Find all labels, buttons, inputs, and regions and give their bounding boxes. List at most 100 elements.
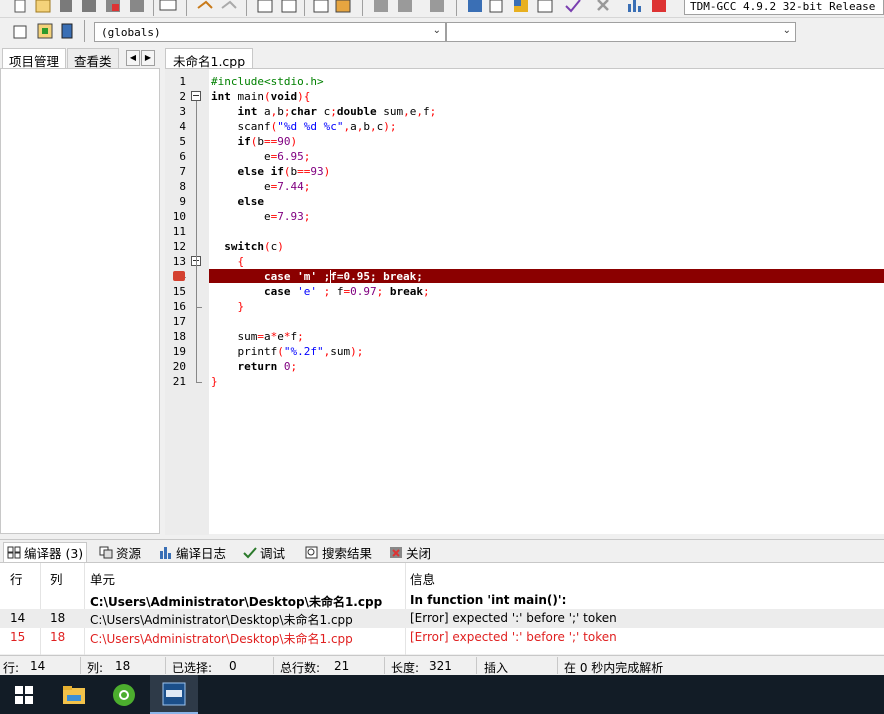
goto-icon[interactable]	[374, 0, 388, 12]
code-token: 0.97	[350, 285, 377, 298]
code-token: f	[330, 285, 344, 298]
compile-run-icon[interactable]	[514, 0, 528, 12]
scope-combobox[interactable]: (globals) ⌄	[94, 22, 446, 42]
code-line[interactable]: printf("%.2f",sum);	[211, 344, 363, 359]
bookmark-next-icon[interactable]	[430, 0, 444, 12]
symbol-combobox[interactable]: ⌄	[446, 22, 796, 42]
syntax-check-icon[interactable]	[565, 0, 581, 13]
header-unit[interactable]: 单元	[90, 569, 115, 588]
status-sel-value: 0	[229, 659, 237, 673]
run-icon[interactable]	[489, 0, 503, 13]
browser-button[interactable]	[100, 675, 148, 714]
grid-icon	[7, 546, 21, 559]
status-sel-label: 已选择:	[172, 661, 213, 675]
tab-search-results[interactable]: 搜索结果	[302, 542, 375, 562]
save-all-icon[interactable]	[82, 0, 96, 12]
line-number: 12	[172, 240, 186, 253]
compile-icon[interactable]	[468, 0, 482, 12]
save-icon[interactable]	[60, 0, 72, 12]
code-line[interactable]: {	[211, 254, 245, 269]
table-row[interactable]: 14 18 C:\Users\Administrator\Desktop\未命名…	[0, 609, 884, 628]
editor-tab[interactable]: 未命名1.cpp	[165, 48, 254, 69]
print-icon[interactable]	[159, 0, 177, 11]
tab-compiler-label: 编译器 (3)	[24, 546, 84, 561]
windows-start-button[interactable]	[0, 675, 48, 714]
header-line[interactable]: 行	[10, 569, 23, 588]
line-number: 20	[172, 360, 186, 373]
find-icon[interactable]	[257, 0, 273, 13]
tab-scroll-right-button[interactable]: ▶	[141, 50, 155, 66]
code-line[interactable]: sum=a*e*f;	[211, 329, 303, 344]
code-line[interactable]: scanf("%d %d %c",a,b,c);	[211, 119, 396, 134]
redo-icon[interactable]	[221, 0, 237, 9]
table-row[interactable]: C:\Users\Administrator\Desktop\未命名1.cpp …	[0, 591, 884, 610]
line-number: 18	[172, 330, 186, 343]
code-token: "%.2f"	[283, 345, 324, 358]
line-number: 10	[172, 210, 186, 223]
tab-class-browser[interactable]: 查看类	[67, 48, 119, 69]
code-line[interactable]: }	[211, 374, 218, 389]
status-total-label: 总行数:	[280, 661, 321, 675]
code-token: ;	[290, 360, 298, 373]
code-token: a	[263, 330, 271, 343]
file-explorer-button[interactable]	[50, 675, 98, 714]
new-class-icon[interactable]	[13, 25, 27, 39]
rebuild-icon[interactable]	[537, 0, 553, 13]
code-editor[interactable]: 123456789101112131415161718192021 #inclu…	[165, 68, 884, 535]
fold-toggle-icon[interactable]	[191, 91, 201, 101]
new-file-icon[interactable]	[14, 0, 26, 13]
code-line[interactable]: case 'm' ;f=0.95; break;	[211, 269, 423, 284]
table-row-error[interactable]: 15 18 C:\Users\Administrator\Desktop\未命名…	[0, 628, 884, 647]
compiler-select[interactable]: TDM-GCC 4.9.2 32-bit Release	[684, 0, 884, 15]
line-number: 3	[179, 105, 186, 118]
line-number: 1	[179, 75, 186, 88]
stop-icon[interactable]	[597, 0, 609, 11]
code-line[interactable]: case 'e' ; f=0.97; break;	[211, 284, 430, 299]
code-token: 90	[277, 135, 291, 148]
code-token: break	[389, 285, 423, 298]
header-col[interactable]: 列	[50, 569, 63, 588]
code-line[interactable]: #include<stdio.h>	[211, 74, 324, 89]
replace-icon[interactable]	[281, 0, 297, 13]
tab-debug[interactable]: 调试	[240, 542, 288, 562]
code-line[interactable]: int a,b;char c;double sum,e,f;	[211, 104, 437, 119]
code-token: c	[317, 105, 331, 118]
code-line[interactable]: else	[211, 194, 265, 209]
tab-scroll-left-button[interactable]: ◀	[126, 50, 140, 66]
remove-from-project-icon[interactable]	[61, 23, 73, 39]
code-token: sum	[330, 345, 351, 358]
tab-resources[interactable]: 资源	[96, 542, 144, 562]
code-line[interactable]: else if(b==93)	[211, 164, 331, 179]
code-line[interactable]: e=6.95;	[211, 149, 310, 164]
code-line[interactable]: e=7.93;	[211, 209, 310, 224]
tab-close[interactable]: 关闭	[386, 542, 434, 562]
code-line[interactable]: if(b==90)	[211, 134, 298, 149]
line-number: 9	[179, 195, 186, 208]
resources-icon	[99, 546, 113, 558]
indent-icon[interactable]	[313, 0, 329, 13]
bookmark-icon[interactable]	[398, 0, 412, 12]
tab-compile-log[interactable]: 编译日志	[156, 542, 229, 562]
undo-icon[interactable]	[197, 0, 213, 9]
add-to-project-icon[interactable]	[37, 23, 53, 39]
tab-compiler[interactable]: 编译器 (3)	[3, 542, 88, 562]
close-file-icon[interactable]	[106, 0, 120, 12]
tab-project-manager[interactable]: 项目管理	[2, 48, 67, 69]
unindent-icon[interactable]	[335, 0, 351, 13]
code-line[interactable]: int main(void){	[211, 89, 310, 104]
code-line[interactable]: }	[211, 299, 245, 314]
code-line[interactable]: e=7.44;	[211, 179, 310, 194]
dev-cpp-taskbar-button[interactable]	[150, 675, 198, 714]
header-info[interactable]: 信息	[410, 569, 435, 588]
profile-delete-icon[interactable]	[652, 0, 666, 12]
code-line[interactable]: return 0;	[211, 359, 298, 374]
code-token: 7.44	[277, 180, 304, 193]
close-all-icon[interactable]	[130, 0, 144, 12]
project-tree-panel[interactable]	[0, 68, 160, 534]
chart-icon[interactable]	[628, 0, 641, 12]
code-line[interactable]: switch(c)	[211, 239, 284, 254]
open-file-icon[interactable]	[35, 0, 51, 13]
